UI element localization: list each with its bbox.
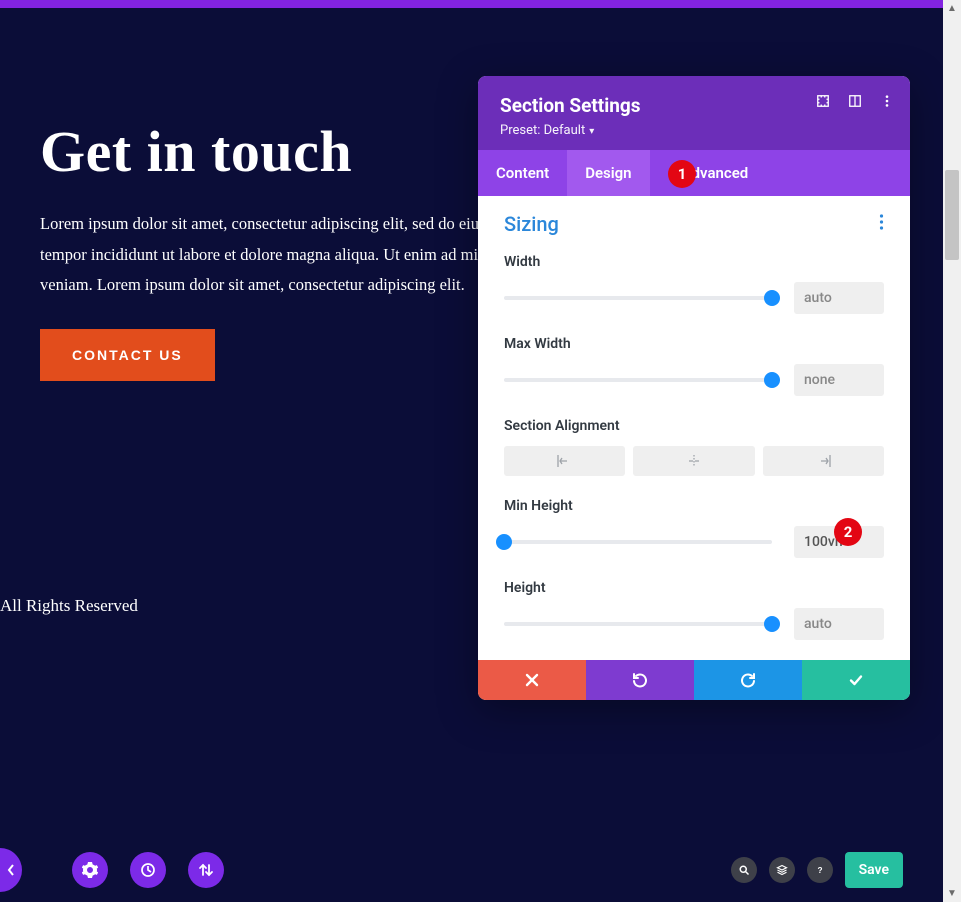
settings-icon[interactable]	[72, 852, 108, 888]
swap-icon[interactable]	[188, 852, 224, 888]
align-center-button[interactable]	[633, 446, 754, 476]
align-left-button[interactable]	[504, 446, 625, 476]
width-label: Width	[504, 254, 884, 270]
field-height: Height auto	[504, 580, 884, 640]
expand-icon[interactable]	[816, 94, 830, 108]
annotation-badge-2: 2	[834, 518, 862, 546]
layers-icon[interactable]	[769, 857, 795, 883]
toolbar-expand-toggle[interactable]	[0, 848, 22, 892]
field-section-alignment: Section Alignment	[504, 418, 884, 476]
height-value-input[interactable]: auto	[794, 608, 884, 640]
builder-bottom-toolbar: ? Save	[0, 837, 925, 902]
align-right-button[interactable]	[763, 446, 884, 476]
confirm-button[interactable]	[802, 660, 910, 700]
modal-action-bar	[478, 660, 910, 700]
height-label: Height	[504, 580, 884, 596]
min-height-label: Min Height	[504, 498, 884, 514]
width-value-input[interactable]: auto	[794, 282, 884, 314]
scroll-up-arrow[interactable]: ▲	[943, 0, 961, 17]
group-sizing-title[interactable]: Sizing	[504, 212, 559, 236]
width-slider[interactable]	[504, 296, 772, 300]
help-icon[interactable]: ?	[807, 857, 833, 883]
modal-header: Section Settings Preset: Default	[478, 76, 910, 150]
max-width-label: Max Width	[504, 336, 884, 352]
more-menu-icon[interactable]	[880, 94, 894, 108]
history-icon[interactable]	[130, 852, 166, 888]
footer-rights-text: All Rights Reserved	[0, 596, 138, 616]
svg-text:?: ?	[817, 866, 822, 875]
field-width: Width auto	[504, 254, 884, 314]
undo-button[interactable]	[586, 660, 694, 700]
search-icon[interactable]	[731, 857, 757, 883]
top-accent-bar	[0, 0, 943, 8]
max-width-slider[interactable]	[504, 378, 772, 382]
min-height-slider[interactable]	[504, 540, 772, 544]
section-alignment-label: Section Alignment	[504, 418, 884, 434]
scrollbar-thumb[interactable]	[945, 170, 959, 260]
contact-us-button[interactable]: CONTACT US	[40, 329, 215, 381]
group-options-icon[interactable]	[879, 214, 884, 234]
scroll-down-arrow[interactable]: ▼	[943, 885, 961, 902]
field-min-height: Min Height 100vh	[504, 498, 884, 558]
save-button[interactable]: Save	[845, 852, 903, 888]
height-slider[interactable]	[504, 622, 772, 626]
tab-design[interactable]: Design	[567, 150, 649, 196]
panel-layout-icon[interactable]	[848, 94, 862, 108]
modal-body: Sizing Width auto Max Width	[478, 196, 910, 660]
tab-content[interactable]: Content	[478, 150, 567, 196]
max-width-value-input[interactable]: none	[794, 364, 884, 396]
cancel-button[interactable]	[478, 660, 586, 700]
annotation-badge-1: 1	[668, 160, 696, 188]
preset-dropdown[interactable]: Preset: Default	[500, 123, 890, 138]
window-scrollbar[interactable]: ▲ ▼	[943, 0, 961, 902]
field-max-width: Max Width none	[504, 336, 884, 396]
redo-button[interactable]	[694, 660, 802, 700]
